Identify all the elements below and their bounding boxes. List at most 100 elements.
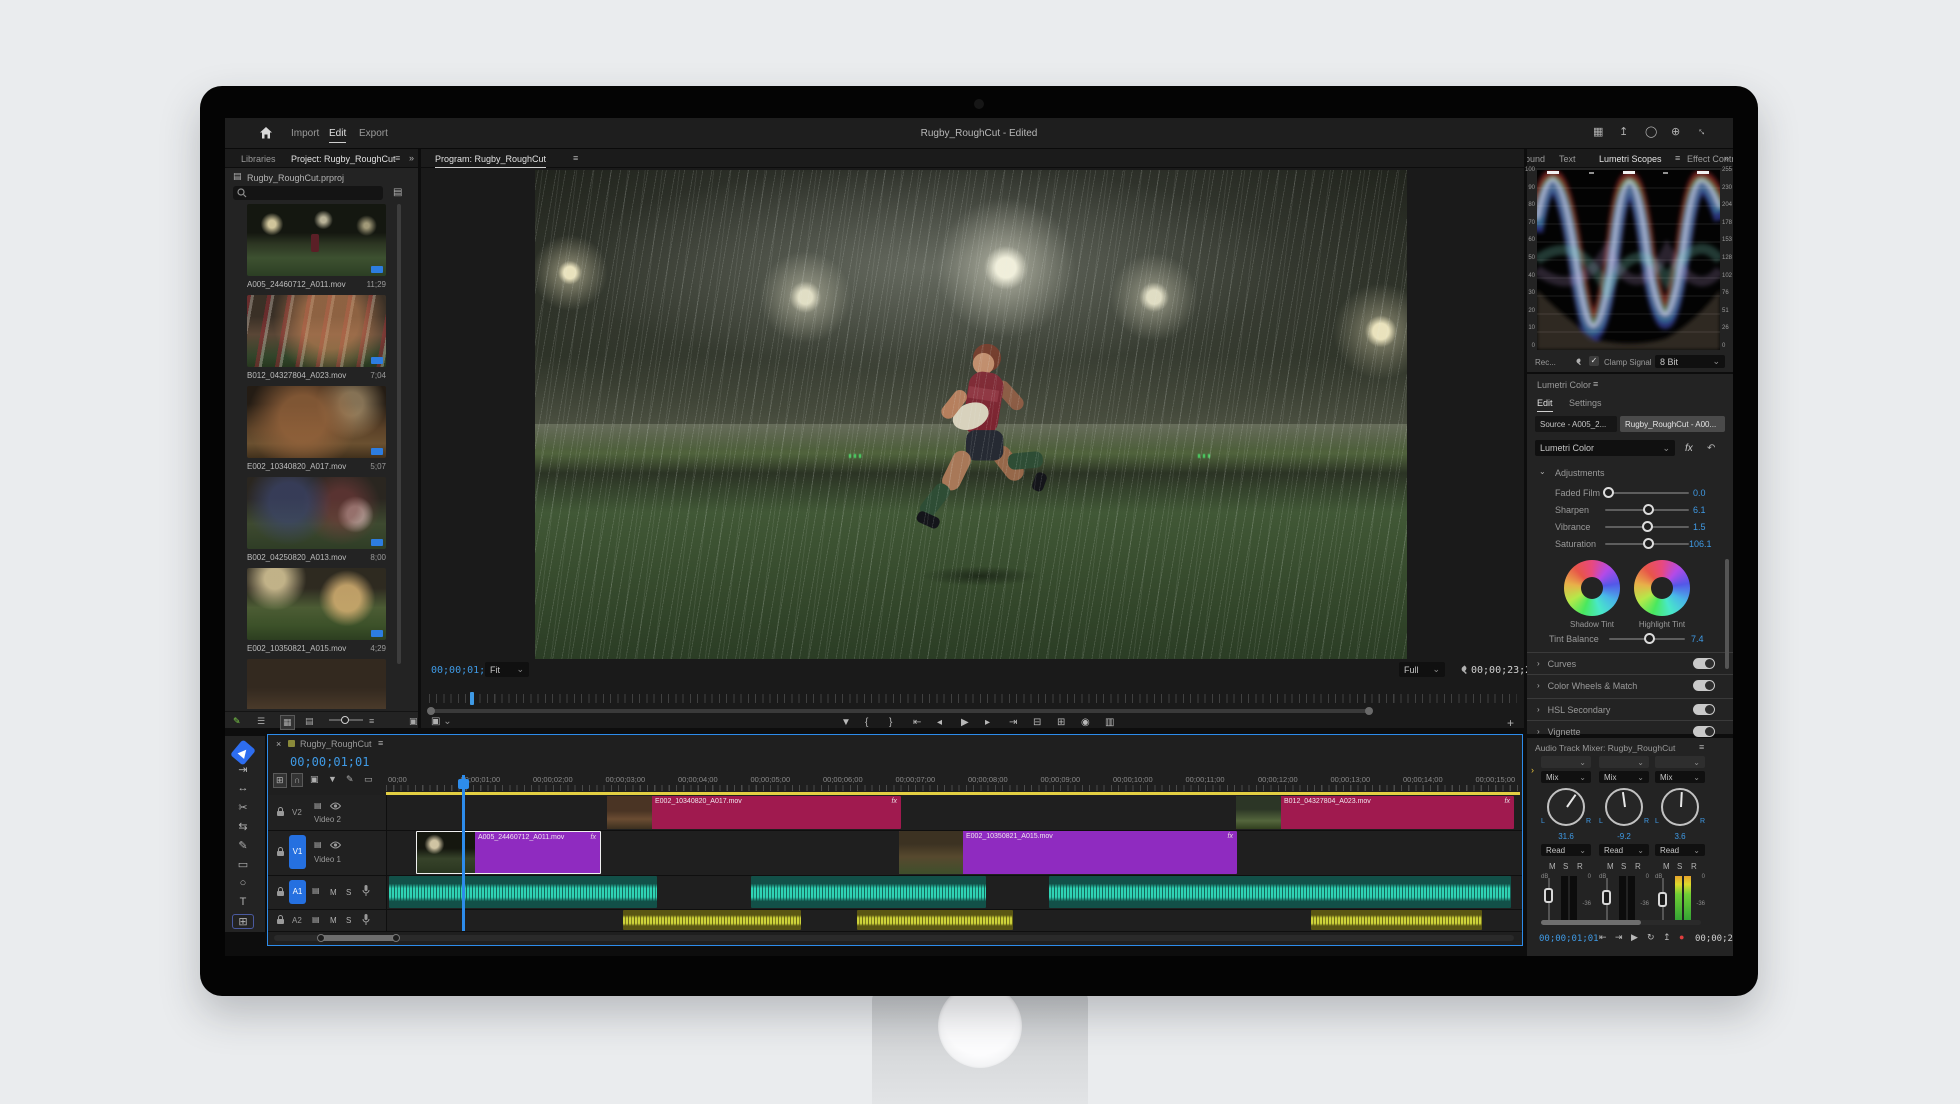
- timeline-scrollbar[interactable]: [274, 935, 1514, 941]
- lift-icon[interactable]: ⊟: [1033, 717, 1041, 728]
- lumetri-tab-settings[interactable]: Settings: [1569, 398, 1602, 408]
- mixer-timecode[interactable]: 00;00;01;01: [1539, 934, 1599, 944]
- shadow-tint-wheel[interactable]: [1564, 560, 1620, 616]
- mixer-scrollbar[interactable]: [1541, 920, 1701, 925]
- tab-sound[interactable]: Sound: [1527, 154, 1545, 164]
- output-bus-dropdown[interactable]: Mix⌄: [1599, 771, 1649, 783]
- remix-tool[interactable]: ⊞: [233, 915, 253, 928]
- fader-handle[interactable]: [1658, 892, 1667, 907]
- output-bus-dropdown[interactable]: Mix⌄: [1655, 771, 1705, 783]
- freeform-view-icon[interactable]: ▤: [305, 716, 314, 727]
- mic-icon[interactable]: [362, 885, 370, 897]
- audio-clip-a2-2[interactable]: [857, 910, 1013, 930]
- search-input[interactable]: [249, 186, 383, 202]
- panel-menu-icon[interactable]: ≡: [1675, 154, 1680, 163]
- scope-colorspace-label[interactable]: Rec...: [1535, 358, 1556, 367]
- selection-tool[interactable]: ▶: [230, 739, 256, 765]
- pen-tool[interactable]: ✎: [233, 839, 253, 852]
- source-patch-a1[interactable]: A1: [289, 880, 306, 904]
- tint-balance-value[interactable]: 7.4: [1691, 634, 1704, 644]
- automation-mode-dropdown[interactable]: Read⌄: [1655, 844, 1705, 856]
- program-scrub-bar[interactable]: [429, 694, 1517, 703]
- solo-button[interactable]: S: [1621, 862, 1626, 871]
- add-marker-icon[interactable]: ▼: [841, 717, 851, 728]
- pan-knob[interactable]: [1605, 788, 1643, 826]
- slider-value[interactable]: 0.0: [1693, 488, 1706, 498]
- step-back-icon[interactable]: ◂: [937, 717, 942, 728]
- timeline-settings-icon[interactable]: ✎: [346, 774, 354, 785]
- pan-knob[interactable]: [1661, 788, 1699, 826]
- hand-tool[interactable]: ○: [233, 877, 253, 889]
- section-curves[interactable]: › Curves: [1527, 652, 1733, 674]
- input-assign-dropdown[interactable]: ⌄: [1599, 756, 1649, 768]
- sync-icon[interactable]: ◯: [1645, 125, 1657, 138]
- quick-export-icon[interactable]: ⊕: [1671, 125, 1680, 138]
- export-frame-icon[interactable]: ◉: [1081, 717, 1090, 728]
- automation-mode-dropdown[interactable]: Read⌄: [1599, 844, 1649, 856]
- razor-tool[interactable]: ✂: [233, 801, 253, 814]
- timeline-clip-v2-1[interactable]: E002_10340820_A017.mov fx: [607, 796, 901, 829]
- project-breadcrumb[interactable]: Rugby_RoughCut.prproj: [247, 173, 344, 183]
- lock-icon[interactable]: [276, 887, 285, 897]
- solo-button[interactable]: S: [1563, 862, 1568, 871]
- close-tab-icon[interactable]: ×: [276, 740, 281, 749]
- new-bin-icon[interactable]: ▣: [409, 716, 418, 727]
- fader-handle[interactable]: [1544, 888, 1553, 903]
- project-scrollbar[interactable]: [397, 204, 401, 664]
- track-select-tool[interactable]: ⇥: [233, 763, 253, 776]
- input-assign-dropdown[interactable]: ⌄: [1541, 756, 1591, 768]
- audio-clip-a1-1[interactable]: [389, 876, 657, 908]
- program-playhead[interactable]: [470, 692, 474, 705]
- mark-in-icon[interactable]: {: [865, 717, 868, 728]
- more-tabs-icon[interactable]: »: [409, 154, 414, 163]
- share-icon[interactable]: ↥: [1619, 125, 1628, 138]
- mark-out-icon[interactable]: }: [889, 717, 892, 728]
- scope-settings-wrench-icon[interactable]: [1571, 356, 1581, 366]
- audio-clip-a2-1[interactable]: [623, 910, 801, 930]
- source-patch-v1[interactable]: V1: [289, 835, 306, 869]
- timeline-clip-v1-1[interactable]: A005_24460712_A011.mov fx: [416, 831, 601, 874]
- project-options-icon[interactable]: ▤: [393, 188, 402, 198]
- solo-button[interactable]: S: [346, 888, 351, 897]
- ripple-edit-tool[interactable]: ↔: [233, 782, 253, 794]
- search-box[interactable]: [233, 186, 383, 200]
- icon-view-icon[interactable]: ▦: [281, 716, 294, 729]
- clip-list-item[interactable]: B002_04250820_A013.mov 8;00: [247, 477, 386, 565]
- tab-libraries[interactable]: Libraries: [241, 154, 276, 164]
- playback-quality-dropdown[interactable]: Full⌄: [1399, 662, 1445, 677]
- export-icon[interactable]: ↥: [1663, 932, 1671, 943]
- fader-handle[interactable]: [1602, 890, 1611, 905]
- loop-icon[interactable]: ↻: [1647, 932, 1655, 943]
- safe-margins-icon[interactable]: ▣ ⌄: [431, 717, 452, 727]
- comparison-view-icon[interactable]: ▥: [1105, 717, 1114, 728]
- marker-icon[interactable]: ▼: [328, 774, 337, 784]
- record-arm-button[interactable]: R: [1577, 862, 1583, 871]
- workspace-icon[interactable]: ▦: [1593, 125, 1603, 138]
- add-panel-icon[interactable]: +: [1507, 717, 1514, 729]
- eye-icon[interactable]: [330, 841, 341, 849]
- captions-icon[interactable]: ▭: [364, 774, 373, 785]
- sequence-tab[interactable]: Rugby_RoughCut: [300, 739, 372, 749]
- lumetri-preset-dropdown[interactable]: Lumetri Color⌄: [1535, 440, 1675, 456]
- clamp-checkbox[interactable]: ✓: [1589, 356, 1599, 366]
- slider-value[interactable]: 1.5: [1693, 522, 1706, 532]
- audio-clip-a1-2[interactable]: [751, 876, 986, 908]
- output-bus-dropdown[interactable]: Mix⌄: [1541, 771, 1591, 783]
- lumetri-scrollbar[interactable]: [1725, 559, 1729, 669]
- slider-value[interactable]: 6.1: [1693, 505, 1706, 515]
- audio-clip-a2-3[interactable]: [1311, 910, 1482, 930]
- go-to-in-icon[interactable]: ⇤: [913, 717, 921, 728]
- track-target-a2[interactable]: A2: [292, 916, 302, 925]
- sequence-clip-button[interactable]: Rugby_RoughCut - A00...: [1620, 416, 1725, 432]
- highlight-tint-wheel[interactable]: [1634, 560, 1690, 616]
- slider-value[interactable]: 106.1: [1689, 539, 1712, 549]
- clip-list-item[interactable]: E002_10340820_A017.mov 5;07: [247, 386, 386, 474]
- pan-value[interactable]: 31.6: [1541, 832, 1591, 841]
- track-name-v1[interactable]: Video 1: [314, 855, 341, 864]
- input-assign-dropdown[interactable]: ⌄: [1655, 756, 1705, 768]
- timeline-clip-v1-2[interactable]: E002_10350821_A015.mov fx: [899, 831, 1237, 874]
- timeline-timecode[interactable]: 00;00;01;01: [290, 755, 369, 769]
- hsl-secondary-toggle[interactable]: [1693, 704, 1715, 715]
- curves-toggle[interactable]: [1693, 658, 1715, 669]
- track-target-v2[interactable]: V2: [292, 808, 302, 817]
